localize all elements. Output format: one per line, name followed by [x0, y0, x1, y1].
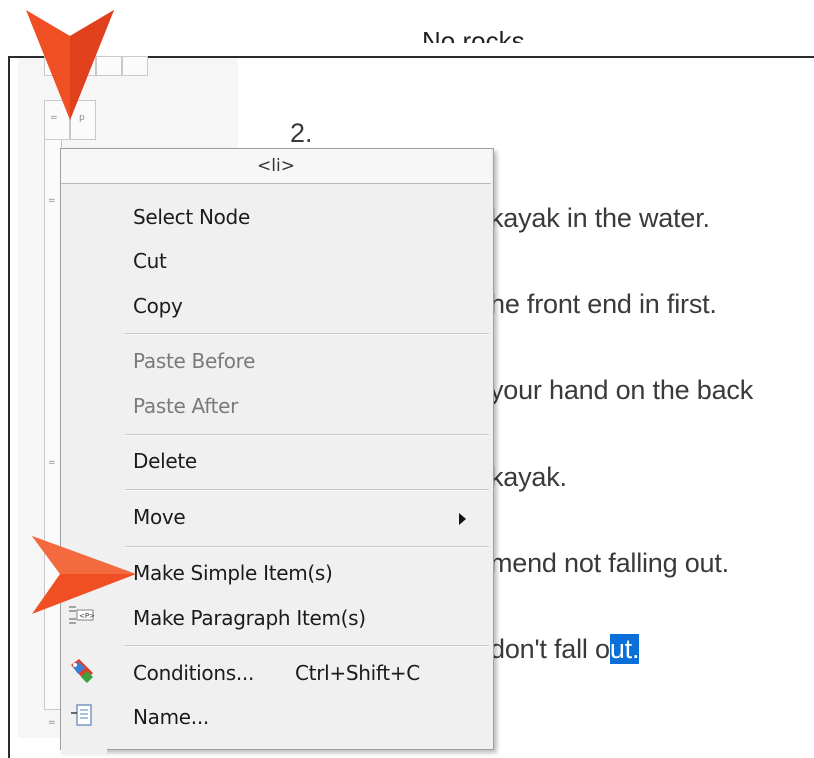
menu-item-copy[interactable]: Copy — [133, 294, 183, 318]
context-menu[interactable]: <li> Select Node Cut Copy Paste Before P… — [60, 148, 494, 754]
menu-item-delete[interactable]: Delete — [133, 449, 197, 473]
document-line[interactable]: your hand on the back — [490, 375, 753, 406]
menu-item-paste-before[interactable]: Paste Before — [133, 349, 255, 373]
structure-marker: = — [48, 196, 56, 206]
structure-marker: = — [48, 718, 56, 728]
menu-item-conditions[interactable]: Conditions... — [133, 661, 254, 685]
document-line[interactable]: mend not falling out. — [490, 548, 729, 579]
menu-separator — [125, 645, 489, 647]
menu-separator — [125, 546, 489, 548]
name-icon — [67, 701, 95, 727]
conditions-tag-icon — [67, 657, 95, 683]
menu-item-cut[interactable]: Cut — [133, 249, 167, 273]
context-menu-header: <li> — [61, 149, 491, 184]
document-line[interactable]: kayak. — [490, 462, 567, 493]
menu-item-move[interactable]: Move — [133, 505, 186, 529]
document-line[interactable]: he front end in first. — [490, 289, 717, 320]
document-line[interactable]: don't fall out. — [490, 634, 639, 665]
menu-separator — [125, 333, 489, 335]
menu-item-make-paragraph-items[interactable]: Make Paragraph Item(s) — [133, 606, 366, 630]
menu-item-make-simple-items[interactable]: Make Simple Item(s) — [133, 561, 333, 585]
list-number: 2. — [290, 118, 313, 148]
menu-separator — [125, 489, 489, 491]
menu-item-name[interactable]: Name... — [133, 705, 209, 729]
menu-item-select-node[interactable]: Select Node — [133, 205, 250, 229]
document-line-text: don't fall o — [490, 634, 610, 664]
menu-separator — [125, 434, 489, 436]
heading-fragment: No rocks — [422, 26, 525, 56]
callout-arrow-icon — [26, 10, 114, 120]
structure-marker: = — [48, 458, 56, 468]
document-line[interactable]: kayak in the water. — [490, 203, 710, 234]
submenu-arrow-icon — [459, 513, 466, 525]
selected-text[interactable]: ut. — [609, 634, 639, 664]
callout-arrow-icon — [32, 536, 136, 614]
menu-item-paste-after[interactable]: Paste After — [133, 394, 238, 418]
conditions-shortcut: Ctrl+Shift+C — [295, 661, 420, 685]
structure-cell[interactable] — [122, 56, 148, 76]
